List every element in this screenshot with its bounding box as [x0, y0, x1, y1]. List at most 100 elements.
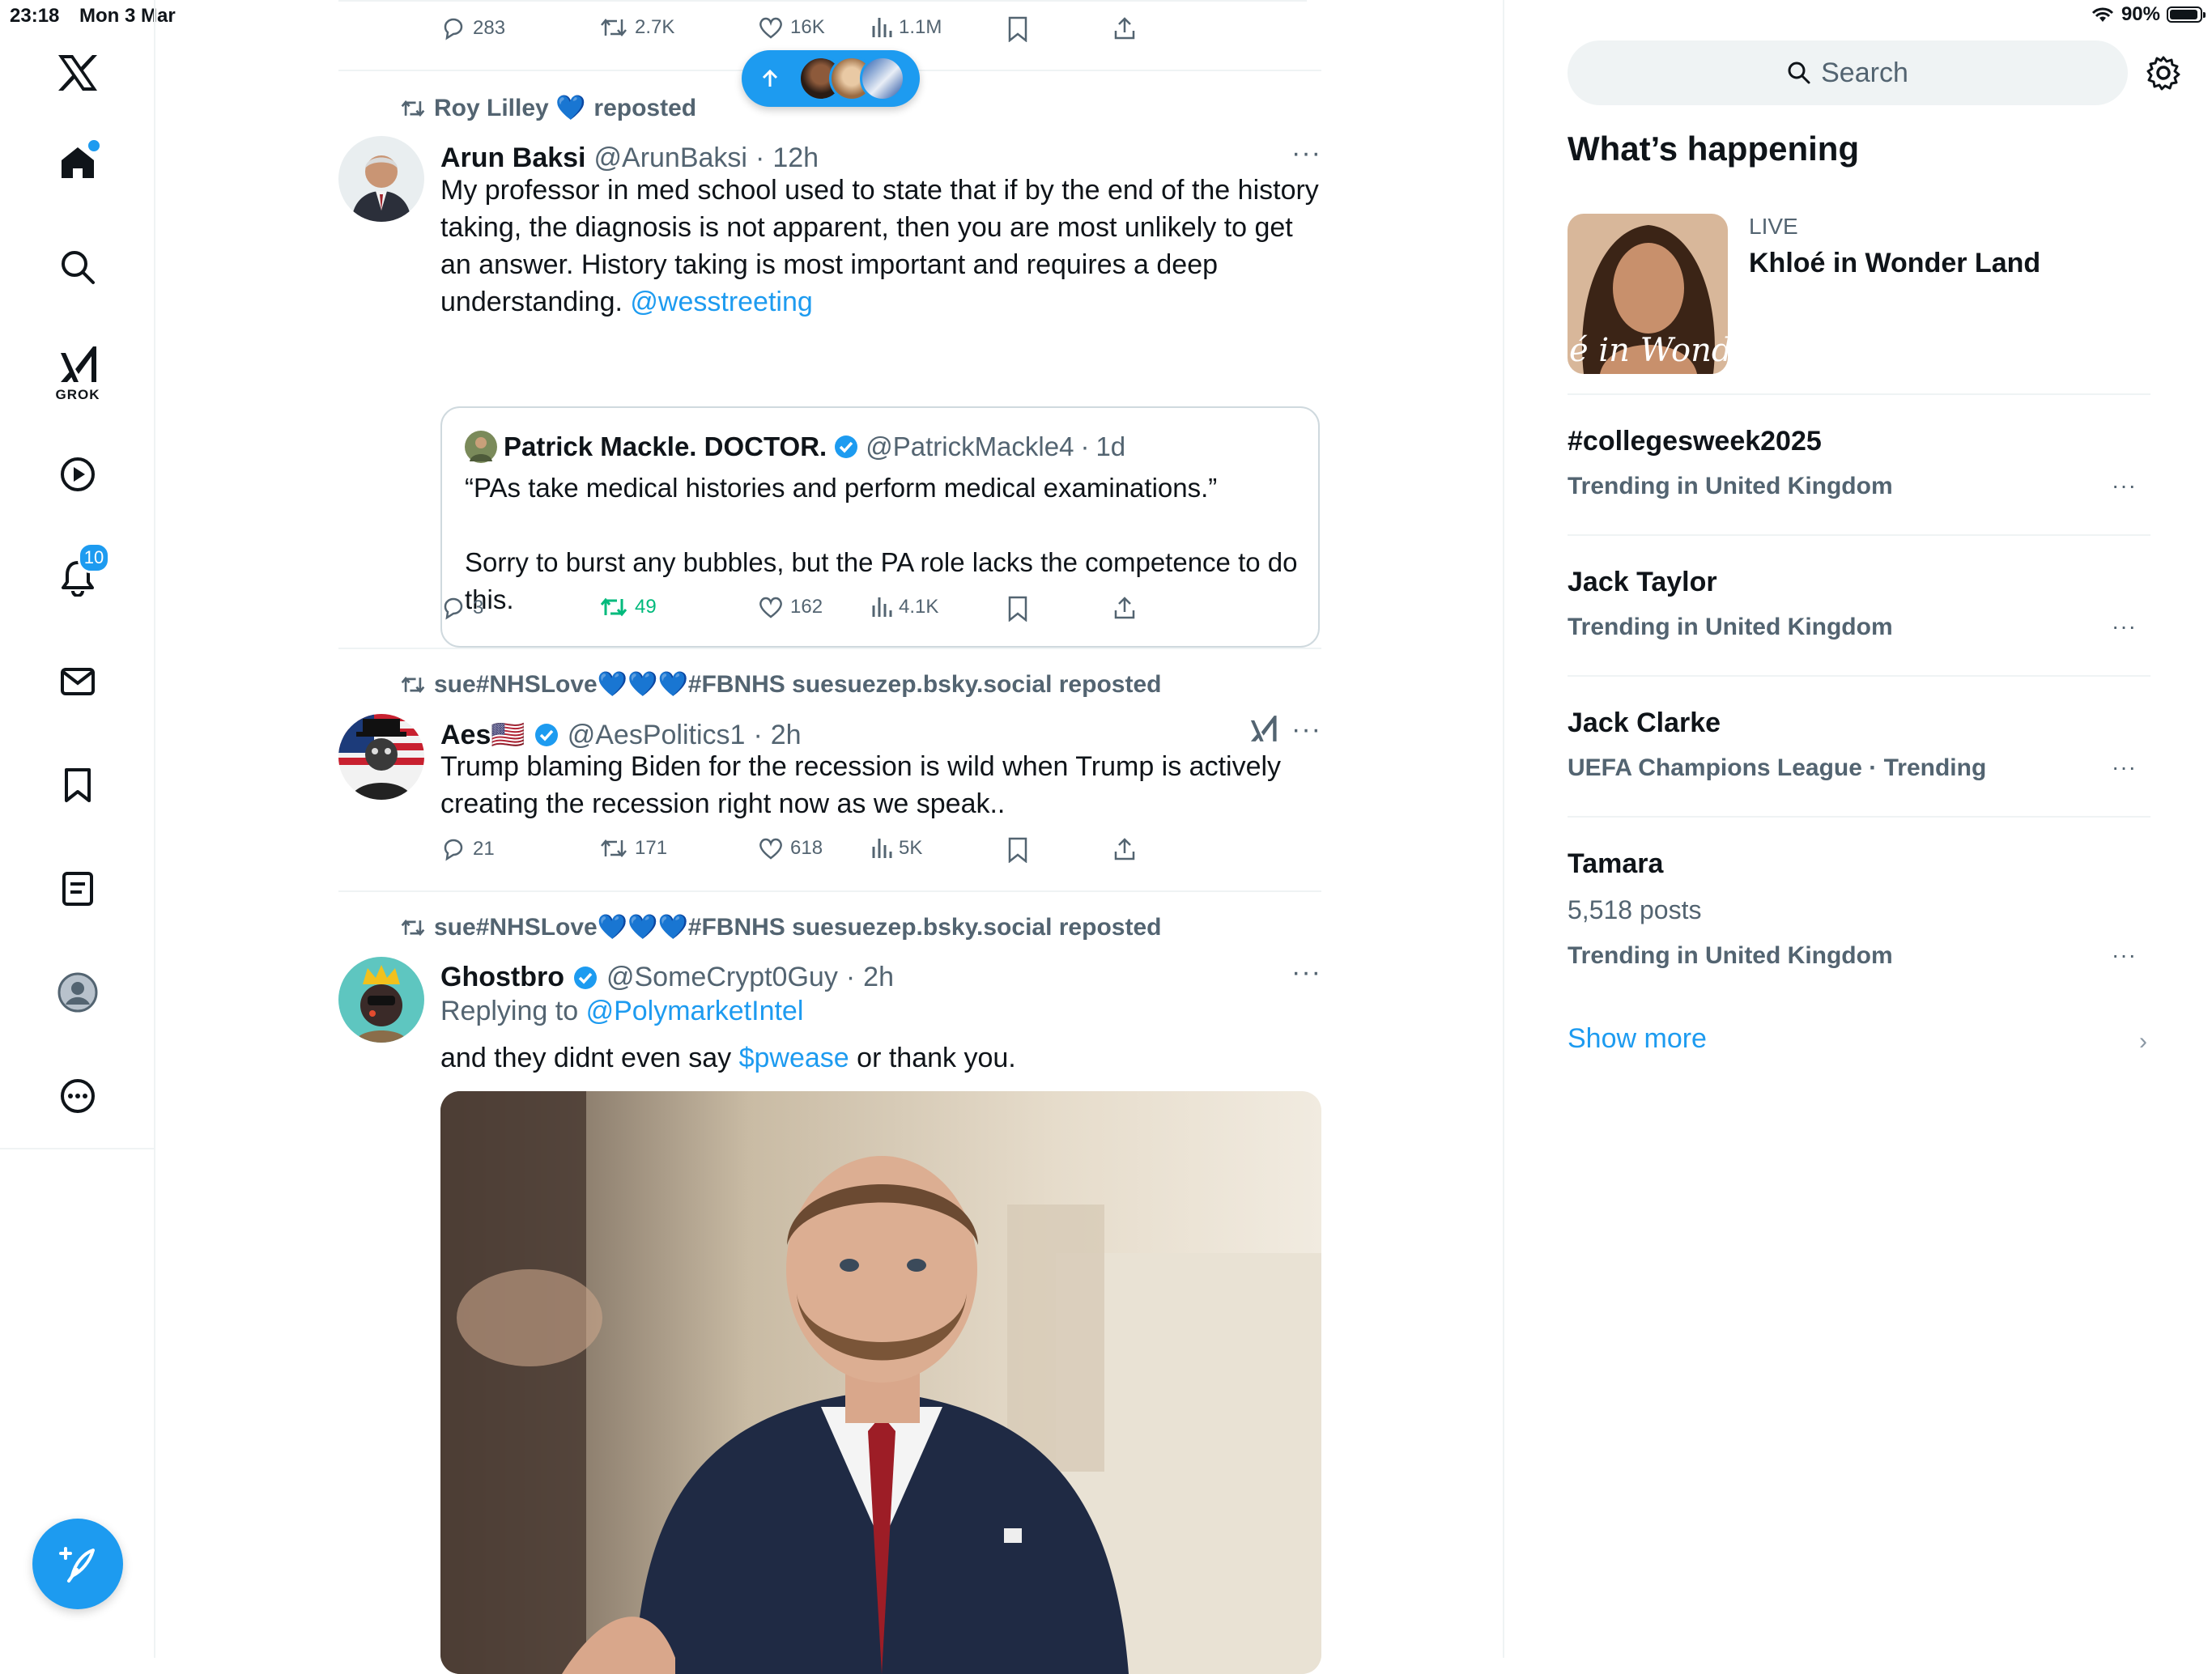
avatar[interactable] — [338, 714, 424, 800]
views-chart-icon — [872, 18, 892, 37]
share-button[interactable] — [1112, 837, 1137, 861]
share-icon — [1114, 838, 1135, 860]
repost-button[interactable]: 2.7K — [599, 16, 674, 39]
repost-by[interactable]: Roy Lilley 💙 — [434, 94, 585, 122]
repost-icon — [600, 597, 627, 617]
author-handle[interactable]: @AesPolitics1 — [568, 720, 746, 751]
right-sidebar: Search What’s happening é in Wonder L LI… — [1503, 0, 2212, 1658]
tweet[interactable]: Roy Lilley 💙 reposted Arun Baksi @ArunBa… — [338, 71, 1321, 649]
repost-button[interactable]: 49 — [599, 596, 657, 618]
reply-button[interactable]: 283 — [440, 16, 505, 40]
bookmark-button[interactable] — [1007, 596, 1028, 622]
search-icon[interactable] — [53, 243, 102, 291]
author-handle[interactable]: @SomeCrypt0Guy — [606, 962, 838, 993]
repost-icon — [401, 919, 425, 936]
views-chart-icon — [872, 597, 892, 617]
share-button[interactable] — [1112, 596, 1137, 620]
repost-count: 49 — [635, 596, 657, 618]
author-name[interactable]: Arun Baksi — [440, 142, 586, 174]
repost-button[interactable]: 171 — [599, 837, 667, 860]
repost-by[interactable]: sue#NHSLove💙💙💙#FBNHS suesuezep.bsky.soci… — [434, 670, 1161, 699]
show-more-link[interactable]: Show more — [1568, 1023, 1707, 1055]
whats-happening-heading: What’s happening — [1568, 130, 1860, 168]
author-name[interactable]: Ghostbro — [440, 962, 564, 993]
trend-title: Tamara — [1568, 848, 1664, 879]
bookmark-icon — [1008, 837, 1027, 863]
repost-by[interactable]: sue#NHSLove💙💙💙#FBNHS suesuezep.bsky.soci… — [434, 913, 1161, 941]
tweet-time[interactable]: 2h — [771, 720, 802, 751]
verified-badge-icon — [573, 966, 597, 989]
like-button[interactable]: 16K — [758, 16, 825, 39]
live-event-image[interactable]: é in Wonder L — [1568, 214, 1728, 374]
views-count: 5K — [899, 837, 923, 859]
avatar[interactable] — [338, 957, 424, 1043]
search-icon — [1788, 62, 1810, 84]
bookmarks-icon[interactable] — [53, 761, 102, 809]
trend-post-count: 5,518 posts — [1568, 895, 1702, 924]
like-button[interactable]: 162 — [758, 596, 823, 618]
divider — [1568, 816, 2150, 818]
trend-more-icon[interactable]: ··· — [2112, 614, 2137, 639]
share-icon — [1114, 17, 1135, 40]
notifications-bell-icon[interactable]: 10 — [53, 542, 110, 602]
trend-more-icon[interactable]: ··· — [2112, 754, 2137, 780]
like-count: 16K — [790, 16, 825, 38]
trend-more-icon[interactable]: ··· — [2112, 942, 2137, 968]
more-options-icon[interactable]: ··· — [1291, 957, 1321, 988]
home-icon[interactable] — [53, 138, 102, 186]
quote-author-handle[interactable]: @PatrickMackle4 — [866, 431, 1074, 462]
more-options-icon[interactable]: ··· — [1291, 714, 1321, 746]
settings-gear-icon[interactable] — [2146, 55, 2181, 91]
share-button[interactable] — [1112, 16, 1137, 40]
more-options-icon[interactable]: ··· — [1291, 138, 1321, 169]
separator: · — [845, 962, 856, 992]
repost-context: sue#NHSLove💙💙💙#FBNHS suesuezep.bsky.soci… — [400, 913, 1161, 941]
more-options-icon[interactable] — [53, 1072, 102, 1120]
views-button[interactable]: 4.1K — [871, 596, 938, 618]
live-event-title[interactable]: Khloé in Wonder Land — [1749, 248, 2040, 279]
tweet-photo[interactable] — [440, 1091, 1321, 1674]
live-tag: LIVE — [1749, 214, 1798, 239]
tweet-body: My professor in med school used to state… — [440, 175, 1319, 317]
tweet[interactable]: sue#NHSLove💙💙💙#FBNHS suesuezep.bsky.soci… — [338, 649, 1321, 889]
like-button[interactable]: 618 — [758, 837, 823, 860]
profile-avatar-icon[interactable] — [53, 968, 102, 1017]
reply-icon — [444, 597, 463, 620]
compose-post-button[interactable] — [32, 1519, 123, 1609]
x-logo-icon[interactable] — [53, 49, 102, 97]
compose-feather-icon — [59, 1547, 95, 1583]
nav-divider — [0, 1148, 155, 1149]
quote-author-name[interactable]: Patrick Mackle. DOCTOR. — [504, 431, 827, 462]
cashtag-link[interactable]: $pwease — [739, 1043, 849, 1073]
trend-title: #collegesweek2025 — [1568, 426, 1822, 457]
messages-envelope-icon[interactable] — [53, 657, 102, 706]
reply-button[interactable]: 3 — [440, 596, 483, 620]
grok-icon[interactable] — [53, 340, 102, 389]
lists-icon[interactable] — [53, 865, 102, 913]
tweet-body: and they didnt even say — [440, 1043, 732, 1073]
views-button[interactable]: 5K — [871, 837, 922, 860]
author-name[interactable]: Aes🇺🇸 — [440, 719, 525, 751]
views-button[interactable]: 1.1M — [871, 16, 942, 39]
replying-to-line: Replying to @PolymarketIntel — [440, 992, 1323, 1030]
reply-button[interactable]: 21 — [440, 837, 495, 861]
bookmark-button[interactable] — [1007, 837, 1028, 863]
avatar[interactable] — [338, 136, 424, 222]
replying-to-link[interactable]: @PolymarketIntel — [586, 996, 804, 1026]
video-play-icon[interactable] — [53, 450, 102, 499]
grok-explain-icon[interactable] — [1249, 714, 1278, 743]
repost-icon — [401, 676, 425, 693]
author-handle[interactable]: @ArunBaksi — [594, 142, 747, 174]
tweet-actions: 21 171 618 5K — [440, 837, 1250, 869]
mention-link[interactable]: @wesstreeting — [630, 287, 812, 317]
search-input[interactable]: Search — [1568, 40, 2128, 105]
heart-icon — [759, 597, 782, 618]
like-count: 618 — [790, 837, 823, 859]
repost-count: 2.7K — [635, 16, 675, 38]
tweet[interactable]: sue#NHSLove💙💙💙#FBNHS suesuezep.bsky.soci… — [338, 892, 1323, 1674]
tweet-time[interactable]: 2h — [863, 962, 894, 993]
trend-more-icon[interactable]: ··· — [2112, 473, 2137, 499]
bookmark-button[interactable] — [1007, 16, 1028, 42]
repost-icon — [401, 100, 425, 117]
tweet-time[interactable]: 12h — [772, 142, 819, 174]
